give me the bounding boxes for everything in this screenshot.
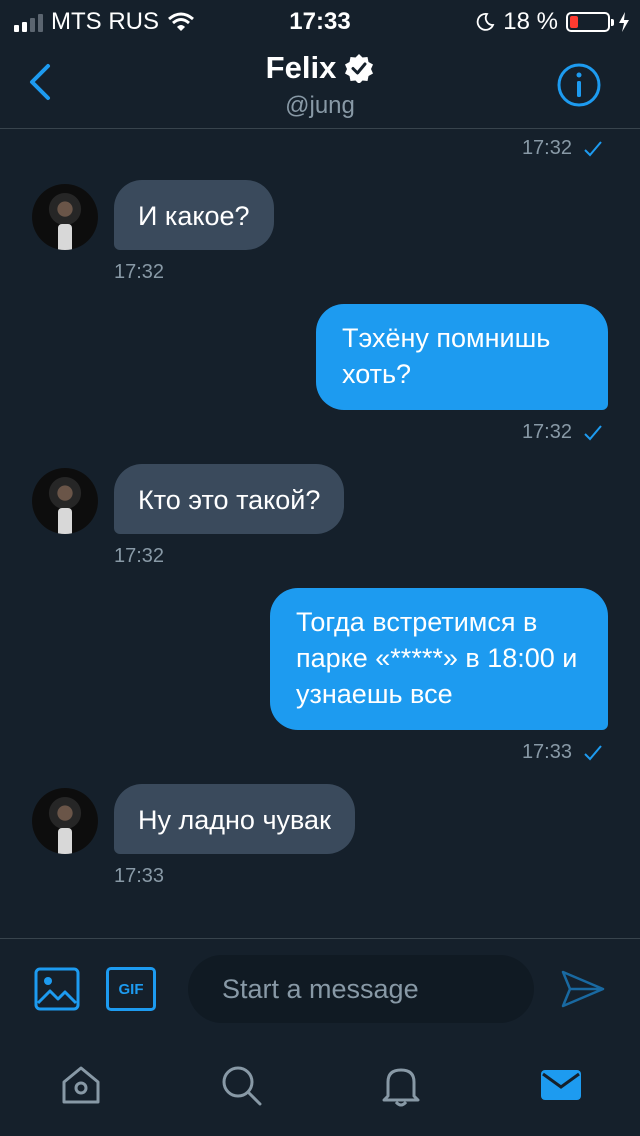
gif-label: GIF (118, 980, 144, 998)
messages-icon[interactable] (538, 1062, 584, 1108)
message-time: 17:33 (521, 741, 572, 763)
verified-icon (345, 54, 374, 83)
message-timestamp: 17:32 (522, 421, 602, 444)
info-icon[interactable] (556, 62, 602, 108)
read-check-icon (584, 424, 602, 440)
read-check-icon (584, 140, 602, 156)
header-title-block[interactable]: Felix @jung (0, 50, 640, 120)
status-bar: MTS RUS 17:33 18 % (0, 0, 640, 40)
message-text: И какое? (138, 201, 250, 231)
send-icon[interactable] (560, 969, 606, 1009)
charging-icon (619, 12, 629, 32)
tab-bar (0, 1038, 640, 1136)
message-input[interactable] (188, 955, 534, 1023)
message-text: Кто это такой? (138, 485, 321, 515)
message-text: Тогда встретимся в парке «*****» в 18:00… (296, 607, 578, 709)
message-bubble-outgoing[interactable]: Тэхёну помнишь хоть? (316, 304, 608, 410)
image-icon[interactable] (34, 967, 80, 1011)
message-time: 17:32 (114, 261, 165, 283)
avatar[interactable] (32, 468, 98, 534)
battery-icon (566, 12, 614, 32)
home-icon[interactable] (58, 1062, 104, 1108)
status-right: 18 % (475, 8, 630, 36)
conversation-header: Felix @jung (0, 40, 640, 129)
message-timestamp: 17:32 (522, 137, 602, 160)
gif-icon[interactable]: GIF (106, 967, 156, 1011)
message-time: 17:33 (114, 865, 165, 887)
message-text: Тэхёну помнишь хоть? (342, 323, 551, 389)
message-bubble-incoming[interactable]: И какое? (114, 180, 274, 250)
message-bubble-incoming[interactable]: Кто это такой? (114, 464, 345, 534)
contact-name: Felix (265, 50, 337, 85)
message-bubble-outgoing[interactable]: Тогда встретимся в парке «*****» в 18:00… (270, 588, 608, 730)
notifications-icon[interactable] (378, 1062, 424, 1108)
moon-icon (477, 13, 495, 31)
message-time: 17:32 (521, 421, 572, 443)
message-time: 17:32 (521, 137, 572, 159)
message-composer: GIF (0, 938, 640, 1039)
message-bubble-incoming[interactable]: Ну ладно чувак (114, 784, 355, 854)
search-icon[interactable] (218, 1062, 264, 1108)
message-timestamp: 17:33 (522, 741, 602, 764)
contact-handle: @jung (285, 92, 355, 119)
message-time: 17:32 (114, 545, 165, 567)
avatar[interactable] (32, 184, 98, 250)
message-text: Ну ладно чувак (138, 805, 331, 835)
avatar[interactable] (32, 788, 98, 854)
battery-percent: 18 % (503, 8, 558, 35)
read-check-icon (584, 744, 602, 760)
